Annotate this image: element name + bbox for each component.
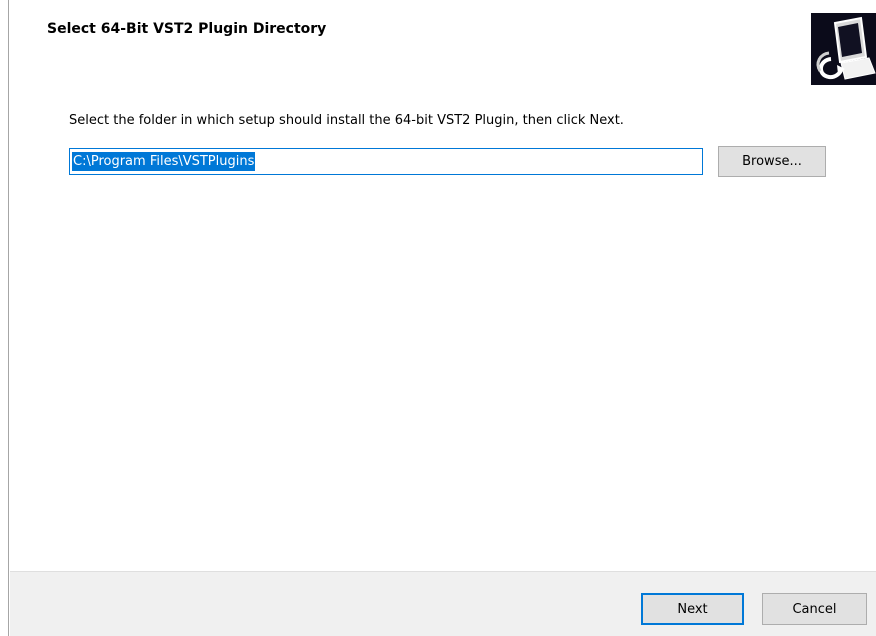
installer-window: Select 64-Bit VST2 Plugin Directory Sele… [0, 0, 876, 636]
browse-button[interactable]: Browse... [718, 146, 826, 177]
wizard-footer [10, 571, 876, 636]
directory-input[interactable]: C:\Program Files\VSTPlugins [69, 148, 703, 175]
instruction-text: Select the folder in which setup should … [69, 113, 624, 128]
window-left-border [0, 0, 9, 636]
cancel-button[interactable]: Cancel [762, 593, 867, 625]
page-title: Select 64-Bit VST2 Plugin Directory [47, 21, 327, 37]
next-button[interactable]: Next [641, 593, 744, 625]
setup-computer-icon [811, 13, 876, 85]
directory-input-value[interactable]: C:\Program Files\VSTPlugins [72, 152, 256, 171]
wizard-header: Select 64-Bit VST2 Plugin Directory [9, 0, 876, 92]
